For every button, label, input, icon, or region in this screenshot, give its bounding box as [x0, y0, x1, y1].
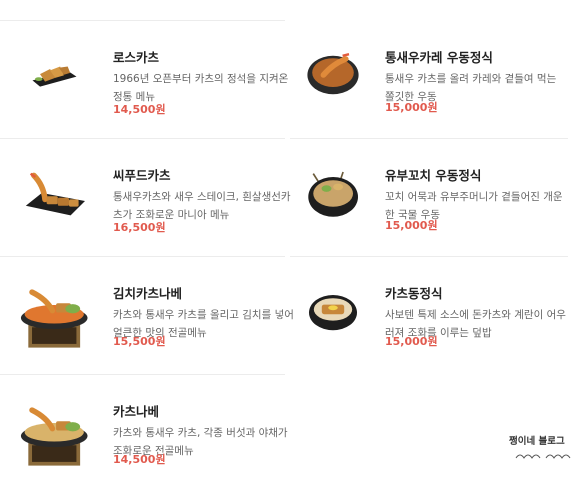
curry-udon-bowl-icon	[307, 53, 359, 95]
divider	[0, 20, 285, 21]
menu-item-price: 16,500원	[113, 221, 166, 234]
katsudon-bowl-icon	[309, 295, 357, 331]
menu-item-kimchi-cutlet-nabe[interactable]: 김치카츠나베 카츠와 통새우 카츠를 올리고 김치를 넣어 얼큰한 맛의 전골메…	[16, 273, 296, 383]
menu-item-price: 15,500원	[113, 335, 166, 348]
menu-item-name: 씨푸드카츠	[113, 168, 171, 183]
menu-item-yubu-skewer-udon[interactable]: 유부꼬치 우동정식 꼬치 어묵과 유부주머니가 곁들어진 개운한 국물 우동 1…	[288, 155, 568, 265]
menu-item-shrimp-curry-udon[interactable]: 통새우카레 우동정식 통새우 카츠를 올려 카레와 곁들여 먹는 쫄깃한 우동 …	[288, 37, 568, 147]
pork-cutlet-plate-icon	[32, 66, 77, 87]
menu-item-name: 로스카츠	[113, 50, 160, 65]
menu-item-roscutlet[interactable]: 로스카츠 1966년 오픈부터 카츠의 정석을 지켜온 정통 메뉴 14,500…	[16, 37, 296, 147]
menu-item-name: 김치카츠나베	[113, 286, 183, 301]
blog-watermark: 쩡이네 블로그	[509, 436, 565, 447]
hotpot-icon	[20, 289, 88, 348]
menu-item-name: 카츠동정식	[385, 286, 443, 301]
menu-item-cutlet-nabe[interactable]: 카츠나베 카츠와 통새우 카츠, 각종 버섯과 야채가 조화로운 전골메뉴 14…	[16, 391, 296, 484]
menu-item-name: 유부꼬치 우동정식	[385, 168, 482, 183]
hotpot-icon	[20, 407, 88, 466]
menu-item-seafood-cutlet[interactable]: 씨푸드카츠 통새우카츠와 새우 스테이크, 흰살생선카츠가 조화로운 마니아 메…	[16, 155, 296, 265]
watermark-decoration-icon	[515, 454, 571, 459]
udon-bowl-icon	[308, 171, 358, 217]
menu-item-name: 통새우카레 우동정식	[385, 50, 493, 65]
menu-item-katsudon[interactable]: 카츠동정식 사보텐 특제 소스에 돈카츠와 계란이 어우러져 조화를 이루는 덮…	[288, 273, 568, 383]
seafood-cutlet-plate-icon	[25, 172, 85, 216]
menu-item-price: 14,500원	[113, 453, 166, 466]
menu-item-price: 15,000원	[385, 101, 438, 114]
menu-item-name: 카츠나베	[113, 404, 160, 419]
menu-item-price: 14,500원	[113, 103, 166, 116]
menu-item-price: 15,000원	[385, 219, 438, 232]
menu-item-price: 15,000원	[385, 335, 438, 348]
